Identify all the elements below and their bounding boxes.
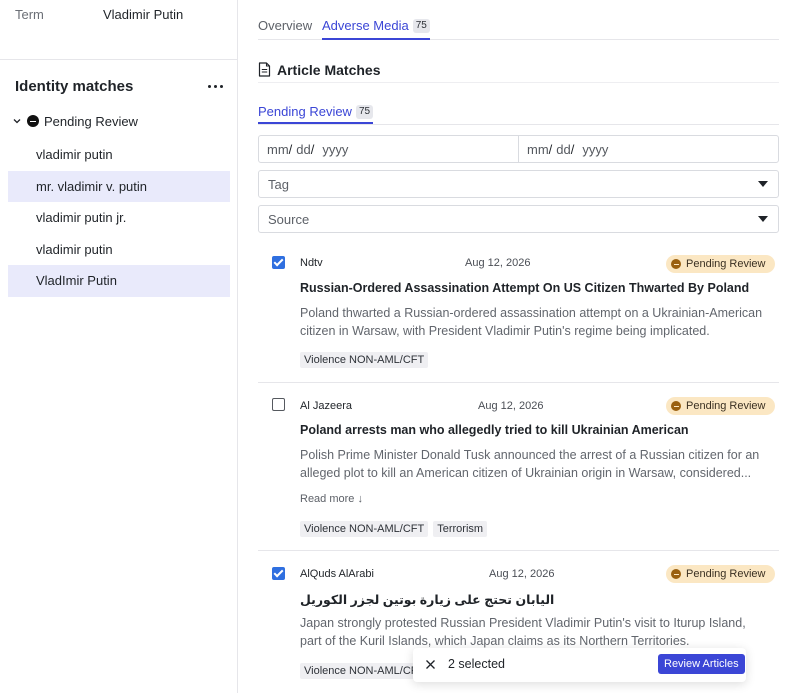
group-label: Pending Review	[44, 113, 138, 129]
caret-down-icon	[758, 216, 768, 222]
article-card: Al Jazeera Aug 12, 2026 Pending Review P…	[258, 383, 779, 551]
source-select[interactable]: Source	[258, 205, 779, 233]
selection-action-bar: 2 selected Review Articles	[413, 648, 746, 682]
count-badge: 75	[412, 18, 430, 33]
term-row: Term Vladimir Putin	[0, 0, 237, 60]
identity-match-item[interactable]: vladimir putin	[8, 139, 230, 171]
term-label: Term	[15, 7, 44, 22]
status-subtabs: Pending Review 75	[258, 100, 779, 125]
count-badge: 75	[355, 104, 374, 119]
day-placeholder: dd	[296, 141, 311, 157]
article-title[interactable]: اليابان تحتج على زيارة بوتين لجزر الكوري…	[300, 592, 554, 607]
identity-match-label: VladImir Putin	[36, 273, 117, 289]
date-range-filter: mm / dd / yyyy mm / dd / yyyy	[258, 135, 779, 163]
article-matches-header: Article Matches	[258, 62, 779, 83]
day-placeholder: dd	[556, 141, 571, 157]
tag-list: Violence NON-AML/CFT	[300, 663, 429, 679]
tag-list: Violence NON-AML/CFT Terrorism	[300, 521, 488, 537]
article-checkbox[interactable]	[272, 256, 285, 269]
end-date-input[interactable]: mm / dd / yyyy	[518, 136, 778, 162]
more-horizontal-icon	[207, 84, 223, 88]
subtab-label: Pending Review	[258, 104, 352, 119]
sidebar: Term Vladimir Putin Identity matches Pen…	[0, 0, 238, 693]
identity-match-item[interactable]: vladimir putin jr.	[8, 202, 230, 234]
article-title[interactable]: Russian-Ordered Assassination Attempt On…	[300, 281, 749, 295]
read-more-link[interactable]: Read more ↓	[300, 493, 363, 505]
status-badge-label: Pending Review	[686, 258, 766, 270]
close-icon[interactable]	[425, 658, 436, 669]
identity-match-item[interactable]: mr. vladimir v. putin	[8, 170, 230, 202]
pending-review-group-toggle[interactable]: Pending Review	[12, 112, 138, 130]
month-placeholder: mm	[527, 141, 549, 157]
tab-adverse-media[interactable]: Adverse Media 75	[322, 18, 430, 40]
identity-match-item[interactable]: VladImir Putin	[8, 265, 230, 297]
article-tag: Terrorism	[433, 521, 488, 537]
article-description: Poland thwarted a Russian-ordered assass…	[300, 306, 763, 338]
pending-minus-icon	[27, 115, 39, 127]
year-placeholder: yyyy	[322, 141, 349, 157]
identity-matches-title: Identity matches	[15, 78, 134, 95]
status-badge-label: Pending Review	[686, 400, 766, 412]
status-badge-label: Pending Review	[686, 568, 766, 580]
top-tabs: Overview Adverse Media 75	[258, 0, 779, 40]
article-tag: Violence NON-AML/CFT	[300, 352, 429, 368]
article-tag: Violence NON-AML/CFT	[300, 663, 429, 679]
article-tag: Violence NON-AML/CFT	[300, 521, 429, 537]
article-description: Japan strongly protested Russian Preside…	[300, 616, 746, 648]
identity-match-list: vladimir putin mr. vladimir v. putin vla…	[8, 139, 230, 297]
section-title: Article Matches	[277, 62, 381, 78]
start-date-input[interactable]: mm / dd / yyyy	[259, 136, 518, 162]
identity-match-item[interactable]: vladimir putin	[8, 234, 230, 266]
pending-minus-icon	[671, 401, 681, 411]
identity-match-label: vladimir putin	[36, 147, 113, 163]
subtab-pending-review[interactable]: Pending Review 75	[258, 104, 374, 124]
month-placeholder: mm	[267, 141, 289, 157]
more-options-button[interactable]	[205, 76, 225, 96]
tab-overview[interactable]: Overview	[258, 18, 312, 33]
identity-match-label: vladimir putin	[36, 241, 113, 257]
article-checkbox[interactable]	[272, 398, 285, 411]
read-more-label: Read more	[300, 493, 355, 505]
tag-select-placeholder: Tag	[268, 176, 289, 192]
tab-label: Overview	[258, 18, 313, 33]
chevron-down-icon	[12, 116, 22, 126]
article-title[interactable]: Poland arrests man who allegedly tried t…	[300, 423, 689, 437]
document-icon	[258, 62, 272, 78]
article-date: Aug 12, 2026	[465, 257, 531, 269]
arrow-down-icon: ↓	[357, 493, 363, 505]
article-card: Ndtv Aug 12, 2026 Pending Review Russian…	[258, 248, 779, 383]
term-value: Vladimir Putin	[103, 7, 184, 22]
article-date: Aug 12, 2026	[489, 568, 555, 580]
tag-select[interactable]: Tag	[258, 170, 779, 198]
selected-count: 2 selected	[448, 657, 505, 671]
article-source: AlQuds AlArabi	[300, 568, 374, 580]
status-badge: Pending Review	[666, 565, 775, 583]
caret-down-icon	[758, 181, 768, 187]
article-checkbox[interactable]	[272, 567, 285, 580]
tag-list: Violence NON-AML/CFT	[300, 352, 429, 368]
article-description: Polish Prime Minister Donald Tusk announ…	[300, 448, 760, 480]
pending-minus-icon	[671, 569, 681, 579]
tab-label: Adverse Media	[322, 18, 409, 33]
status-badge: Pending Review	[666, 397, 775, 415]
article-source: Ndtv	[300, 257, 323, 269]
status-badge: Pending Review	[666, 255, 775, 273]
identity-match-label: vladimir putin jr.	[36, 210, 127, 226]
pending-minus-icon	[671, 259, 681, 269]
identity-match-label: mr. vladimir v. putin	[36, 178, 148, 194]
source-select-placeholder: Source	[268, 211, 310, 227]
review-articles-button[interactable]: Review Articles	[658, 654, 745, 674]
article-source: Al Jazeera	[300, 400, 352, 412]
year-placeholder: yyyy	[582, 141, 609, 157]
article-date: Aug 12, 2026	[478, 400, 544, 412]
